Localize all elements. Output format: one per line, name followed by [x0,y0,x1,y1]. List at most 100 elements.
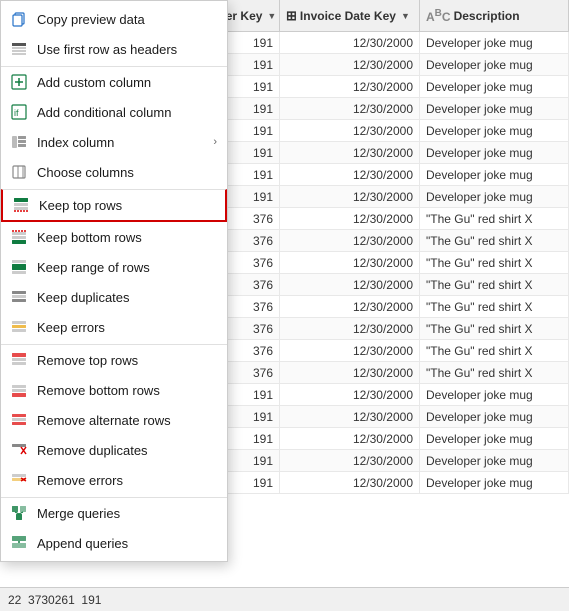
cell-date: 12/30/2000 [280,318,420,339]
cell-desc: Developer joke mug [420,76,569,97]
menu-item-keep-bottom-rows[interactable]: Keep bottom rows [1,222,227,252]
cell-desc: "The Gu" red shirt X [420,208,569,229]
cell-date: 12/30/2000 [280,208,420,229]
cell-date: 12/30/2000 [280,428,420,449]
menu-label-remove-bottom-rows: Remove bottom rows [37,383,217,398]
menu-label-keep-duplicates: Keep duplicates [37,290,217,305]
status-row-num: 22 [8,593,21,607]
menu-icon-copy [9,9,29,29]
menu-item-choose-cols[interactable]: Choose columns [1,157,227,187]
cell-desc: "The Gu" red shirt X [420,230,569,251]
cell-date: 12/30/2000 [280,142,420,163]
cell-date: 12/30/2000 [280,230,420,251]
menu-label-remove-alternate-rows: Remove alternate rows [37,413,217,428]
menu-arrow-index-col: › [213,136,217,148]
menu-item-add-custom-col[interactable]: Add custom column [1,66,227,97]
cell-desc: Developer joke mug [420,406,569,427]
status-sale-value: 3730261 [28,593,75,607]
menu-item-remove-alternate-rows[interactable]: Remove alternate rows [1,405,227,435]
cell-desc: Developer joke mug [420,98,569,119]
menu-label-keep-top-rows: Keep top rows [39,198,215,213]
menu-icon-remove-top [9,350,29,370]
status-customer-value: 191 [81,593,101,607]
menu-icon-keep-dup [9,287,29,307]
menu-icon-keep-top [11,195,31,215]
cell-date: 12/30/2000 [280,76,420,97]
menu-icon-remove-err [9,470,29,490]
svg-text:if: if [14,108,19,118]
menu-icon-remove-bottom [9,380,29,400]
cell-date: 12/30/2000 [280,252,420,273]
cell-date: 12/30/2000 [280,186,420,207]
menu-icon-remove-alt [9,410,29,430]
col-header-invoice-date: ⊞ Invoice Date Key ▼ [280,0,420,31]
menu-item-index-col[interactable]: Index column › [1,127,227,157]
cell-desc: "The Gu" red shirt X [420,252,569,273]
menu-label-keep-bottom-rows: Keep bottom rows [37,230,217,245]
context-menu: Copy preview data Use first row as heade… [0,0,228,562]
menu-item-use-first-row[interactable]: Use first row as headers [1,34,227,64]
cell-date: 12/30/2000 [280,384,420,405]
menu-item-append-queries[interactable]: Append queries [1,528,227,558]
cell-date: 12/30/2000 [280,164,420,185]
cell-date: 12/30/2000 [280,472,420,493]
customer-key-dropdown-button[interactable]: ▼ [265,11,278,21]
menu-label-merge-queries: Merge queries [37,506,217,521]
cell-desc: Developer joke mug [420,186,569,207]
cell-desc: Developer joke mug [420,384,569,405]
cell-desc: Developer joke mug [420,142,569,163]
cell-desc: Developer joke mug [420,428,569,449]
menu-label-keep-range-rows: Keep range of rows [37,260,217,275]
cell-desc: Developer joke mug [420,120,569,141]
cell-date: 12/30/2000 [280,54,420,75]
menu-label-remove-top-rows: Remove top rows [37,353,217,368]
cell-desc: Developer joke mug [420,472,569,493]
cell-desc: "The Gu" red shirt X [420,274,569,295]
cell-desc: "The Gu" red shirt X [420,318,569,339]
menu-item-merge-queries[interactable]: Merge queries [1,497,227,528]
description-type-icon: ABC [426,8,451,24]
cell-desc: "The Gu" red shirt X [420,296,569,317]
menu-item-remove-bottom-rows[interactable]: Remove bottom rows [1,375,227,405]
status-bar: 22 3730261 191 [0,587,569,611]
cell-date: 12/30/2000 [280,340,420,361]
menu-label-remove-duplicates: Remove duplicates [37,443,217,458]
cell-desc: Developer joke mug [420,164,569,185]
menu-item-remove-errors[interactable]: Remove errors [1,465,227,495]
menu-item-remove-duplicates[interactable]: Remove duplicates [1,435,227,465]
menu-icon-choose [9,162,29,182]
cell-date: 12/30/2000 [280,362,420,383]
invoice-date-label: Invoice Date Key [300,9,396,23]
menu-icon-merge [9,503,29,523]
cell-date: 12/30/2000 [280,450,420,471]
menu-label-add-conditional-col: Add conditional column [37,105,217,120]
cell-date: 12/30/2000 [280,32,420,53]
menu-label-remove-errors: Remove errors [37,473,217,488]
cell-date: 12/30/2000 [280,296,420,317]
cell-desc: Developer joke mug [420,54,569,75]
cell-date: 12/30/2000 [280,98,420,119]
menu-item-remove-top-rows[interactable]: Remove top rows [1,344,227,375]
menu-item-copy-preview[interactable]: Copy preview data [1,4,227,34]
menu-label-add-custom-col: Add custom column [37,75,217,90]
menu-item-keep-top-rows[interactable]: Keep top rows [1,189,227,222]
menu-item-keep-range-rows[interactable]: Keep range of rows [1,252,227,282]
cell-date: 12/30/2000 [280,274,420,295]
menu-label-copy-preview: Copy preview data [37,12,217,27]
menu-icon-headers [9,39,29,59]
menu-icon-index [9,132,29,152]
cell-desc: Developer joke mug [420,32,569,53]
menu-icon-keep-range [9,257,29,277]
menu-icon-append [9,533,29,553]
menu-item-keep-errors[interactable]: Keep errors [1,312,227,342]
menu-icon-keep-err [9,317,29,337]
cell-desc: "The Gu" red shirt X [420,362,569,383]
menu-label-index-col: Index column [37,135,205,150]
cell-desc: Developer joke mug [420,450,569,471]
menu-item-keep-duplicates[interactable]: Keep duplicates [1,282,227,312]
col-header-description: ABC Description [420,0,569,31]
invoice-date-dropdown-button[interactable]: ▼ [399,11,412,21]
menu-item-add-conditional-col[interactable]: if Add conditional column [1,97,227,127]
cell-desc: "The Gu" red shirt X [420,340,569,361]
menu-icon-remove-dup [9,440,29,460]
